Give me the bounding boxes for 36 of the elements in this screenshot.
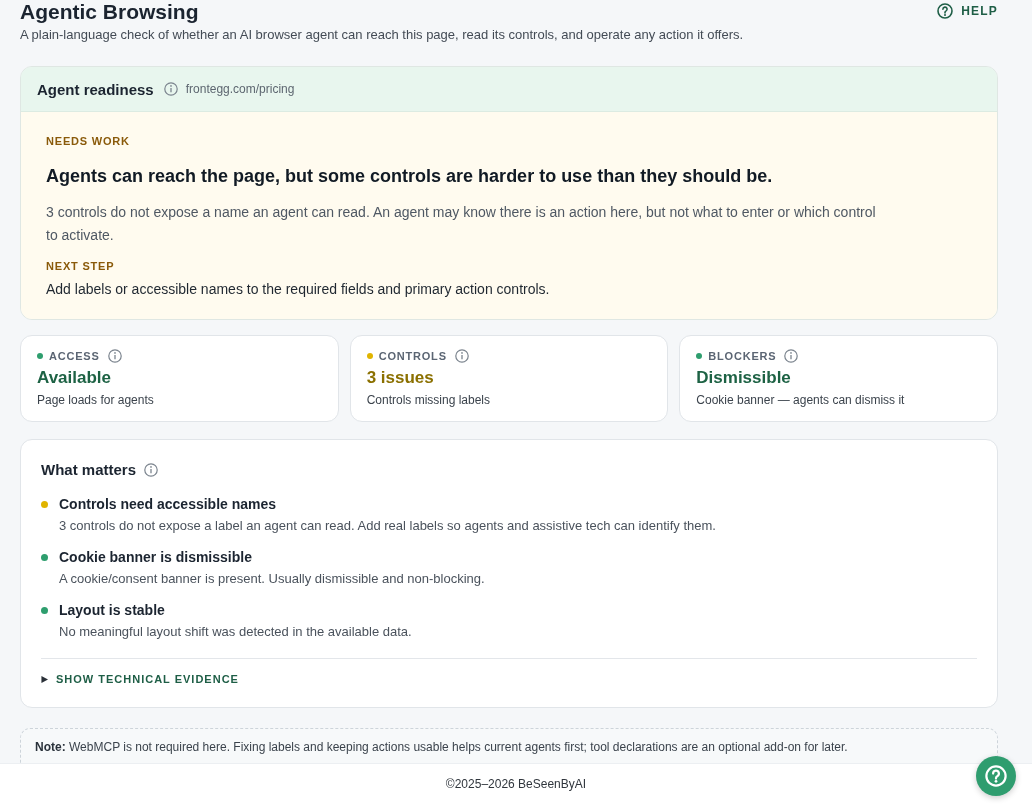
info-icon: [163, 82, 178, 96]
next-step-label: NEXT STEP: [46, 259, 116, 273]
stat-detail: Page loads for agents: [37, 392, 155, 408]
stat-label: BLOCKERS: [708, 350, 777, 362]
item-description: No meaningful layout shift was detected in the available data.: [59, 623, 413, 641]
info-icon: [107, 349, 122, 363]
note-text: Note: WebMCP is not required here. Fixing labels and keeping actions usable helps current agents first; tool declarations are an optional add-on for later.: [35, 739, 849, 755]
stat-value: 3 issues: [366, 367, 435, 389]
item-title: Controls need accessible names: [59, 495, 278, 514]
page-subtitle: A plain-language check of whether an AI browser agent can reach this page, read its controls, and operate any action it offers.: [20, 26, 744, 44]
next-step-text: Add labels or accessible names to the required fields and primary action controls.: [46, 280, 551, 299]
info-icon: [784, 349, 799, 363]
card-title: Agent readiness: [37, 80, 154, 98]
evidence-toggle[interactable]: SHOW TECHNICAL EVIDENCE: [41, 671, 239, 687]
section-title: What matters: [41, 460, 137, 480]
stat-detail: Controls missing labels: [366, 392, 492, 408]
stat-value: Dismissible: [696, 367, 792, 389]
info-icon: [454, 349, 469, 363]
item-title: Cookie banner is dismissible: [59, 548, 253, 567]
item-title: Layout is stable: [59, 601, 166, 620]
stat-label: CONTROLS: [378, 350, 447, 362]
help-icon: [985, 765, 1007, 787]
page-url: frontegg.com/pricing: [185, 82, 295, 96]
stat-value: Available: [37, 367, 113, 389]
stat-detail: Cookie banner — agents can dismiss it: [696, 392, 906, 408]
info-icon: [144, 463, 159, 477]
stat-label: ACCESS: [49, 350, 100, 362]
description: 3 controls do not expose a name an agent can read. An agent may know there is an action here, but not what to enter or which control to activate.: [46, 203, 877, 245]
page-title: Agentic Browsing: [20, 0, 200, 24]
help-icon: [937, 3, 954, 19]
copyright-text: ©2025–2026 BeSeenByAI: [445, 777, 587, 791]
help-link[interactable]: HELP: [937, 3, 998, 19]
item-description: A cookie/consent banner is present. Usually dismissible and non-blocking.: [59, 570, 486, 588]
item-description: 3 controls do not expose a label an agent can read. Add real labels so agents and assistive tech can identify them.: [59, 517, 717, 535]
status-label: NEEDS WORK: [46, 134, 131, 148]
headline: Agents can reach the page, but some controls are harder to use than they should be.: [46, 165, 774, 188]
